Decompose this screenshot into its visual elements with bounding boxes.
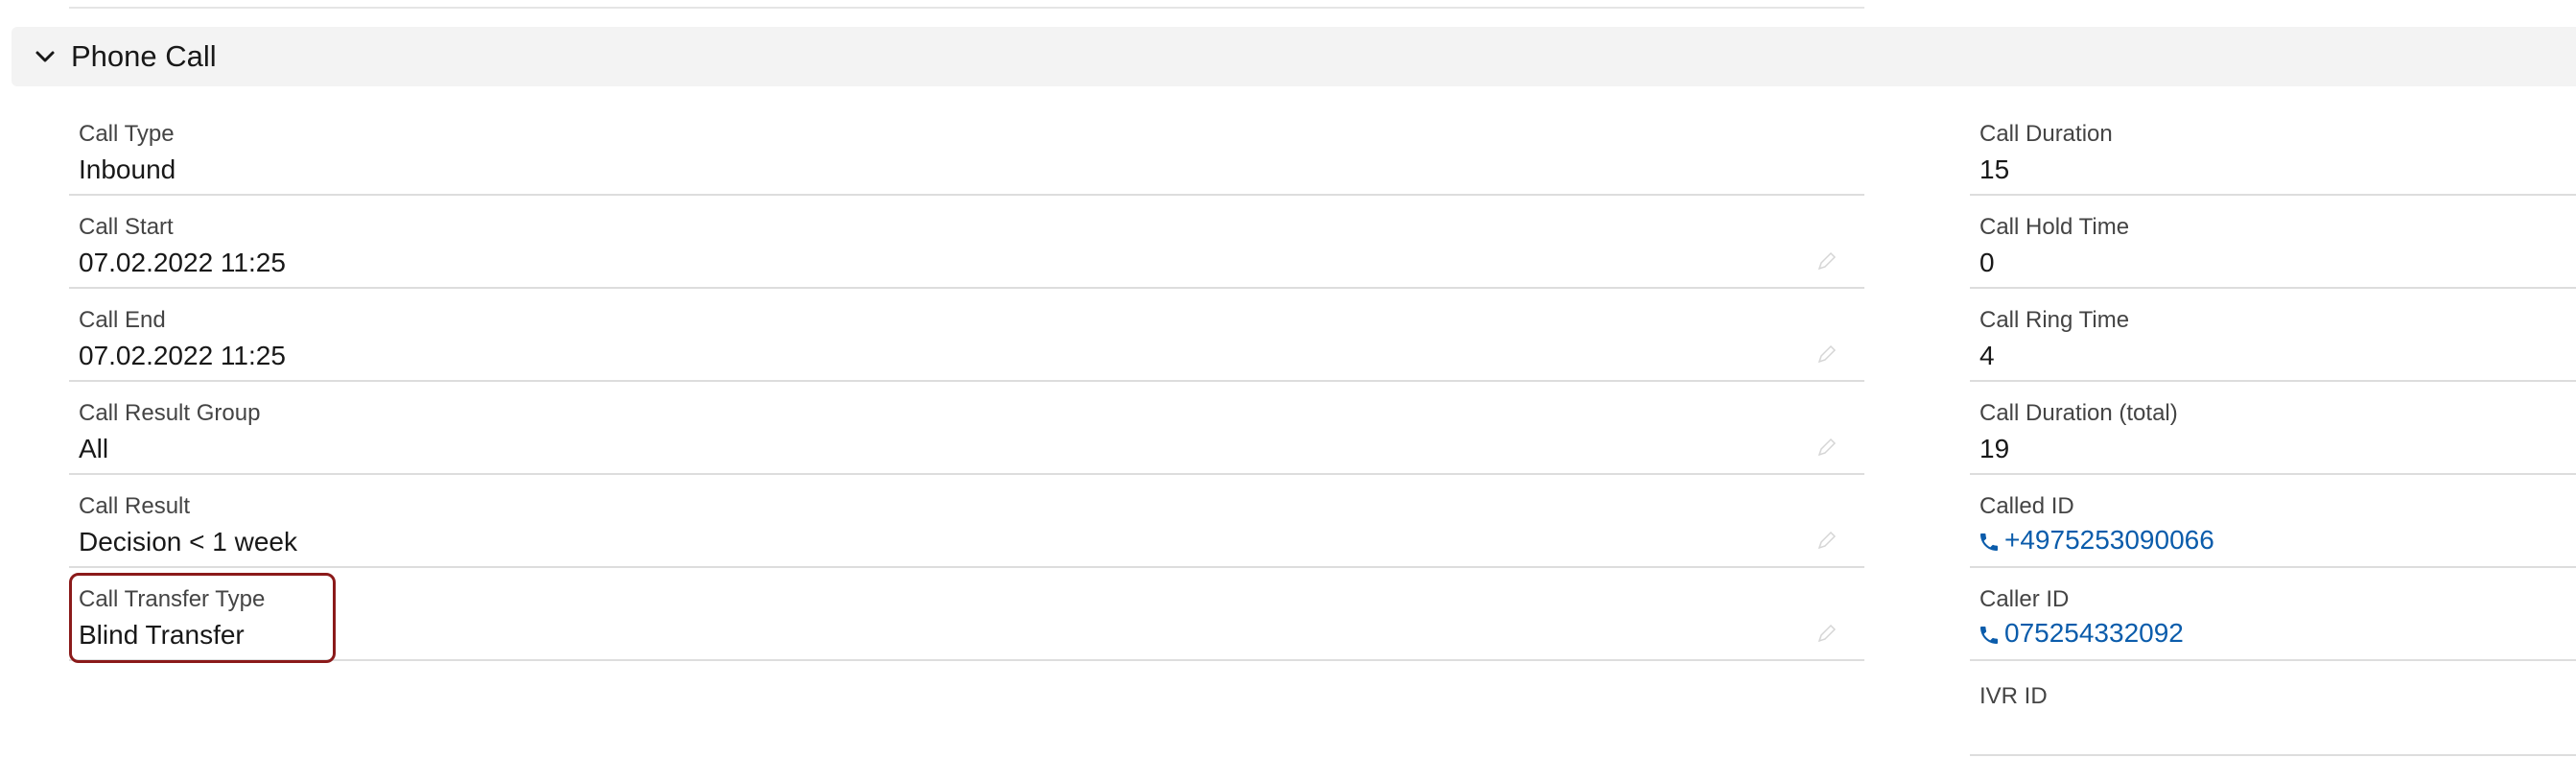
field-label: IVR ID: [1979, 683, 2048, 709]
field-call-duration-total: Call Duration (total) 19: [1970, 383, 2576, 475]
field-value: Decision < 1 week: [79, 527, 298, 557]
pencil-edit-icon[interactable]: [1816, 250, 1838, 272]
field-label: Call Result: [79, 493, 191, 519]
pencil-edit-icon[interactable]: [1816, 530, 1838, 551]
called-id-link[interactable]: +4975253090066: [1978, 525, 2214, 556]
field-label: Call Hold Time: [1979, 214, 2130, 240]
phone-icon: [1980, 533, 1998, 551]
field-value: Inbound: [79, 154, 176, 184]
caller-id-value: 075254332092: [2004, 618, 2184, 648]
field-label: Call Duration (total): [1979, 400, 2178, 426]
pencil-edit-icon[interactable]: [1816, 437, 1838, 458]
field-call-transfer-type: Call Transfer Type Blind Transfer: [69, 569, 1864, 661]
field-value: 19: [1979, 434, 2010, 463]
field-value: 07.02.2022 11:25: [79, 341, 286, 370]
field-call-start: Call Start 07.02.2022 11:25: [69, 197, 1864, 289]
phone-call-section-toggle[interactable]: Phone Call: [12, 27, 2576, 86]
chevron-down-icon: [35, 51, 55, 62]
field-caller-id: Caller ID 075254332092: [1970, 569, 2576, 661]
section-title: Phone Call: [71, 39, 217, 73]
field-call-result: Call Result Decision < 1 week: [69, 476, 1864, 568]
field-value: 07.02.2022 11:25: [79, 248, 286, 277]
field-label: Caller ID: [1979, 586, 2070, 612]
field-call-end: Call End 07.02.2022 11:25: [69, 290, 1864, 382]
caller-id-link[interactable]: 075254332092: [1978, 618, 2184, 649]
field-value: Blind Transfer: [79, 620, 245, 650]
field-label: Call Result Group: [79, 400, 261, 426]
field-value: 4: [1979, 341, 1995, 370]
divider: [1970, 754, 2576, 756]
pencil-edit-icon[interactable]: [1816, 623, 1838, 644]
field-label: Call End: [79, 307, 166, 333]
field-label: Call Duration: [1979, 121, 2113, 147]
phone-icon: [1980, 627, 1998, 644]
field-call-duration: Call Duration 15: [1970, 104, 2576, 196]
record-detail-page: Phone Call Call Type Inbound Call Start …: [0, 0, 2576, 758]
field-value: 15: [1979, 154, 2010, 184]
field-value: 0: [1979, 248, 1995, 277]
field-label: Call Type: [79, 121, 175, 147]
divider: [69, 7, 1864, 9]
field-value: All: [79, 434, 109, 463]
field-called-id: Called ID +4975253090066: [1970, 476, 2576, 568]
field-label: Called ID: [1979, 493, 2074, 519]
called-id-value: +4975253090066: [2004, 525, 2214, 555]
field-ivr-id: IVR ID: [1970, 666, 2576, 758]
field-call-ring-time: Call Ring Time 4: [1970, 290, 2576, 382]
field-label: Call Transfer Type: [79, 586, 266, 612]
pencil-edit-icon[interactable]: [1816, 343, 1838, 365]
field-label: Call Start: [79, 214, 174, 240]
field-call-result-group: Call Result Group All: [69, 383, 1864, 475]
field-label: Call Ring Time: [1979, 307, 2130, 333]
field-call-type: Call Type Inbound: [69, 104, 1864, 196]
field-call-hold-time: Call Hold Time 0: [1970, 197, 2576, 289]
